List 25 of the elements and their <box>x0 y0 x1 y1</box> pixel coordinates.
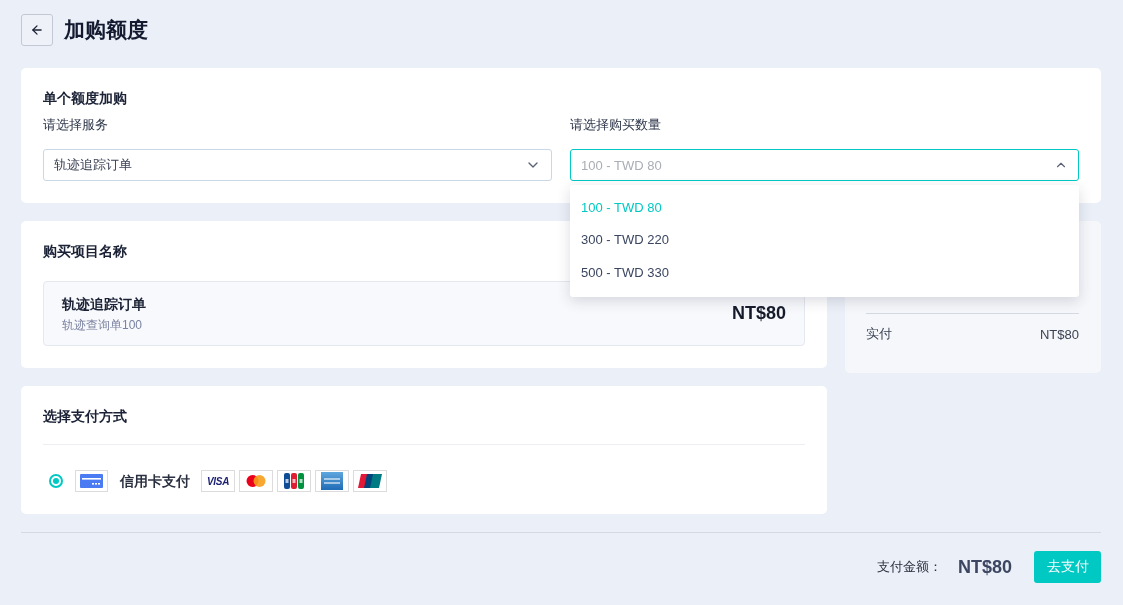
jcb-logo-icon <box>277 470 311 492</box>
summary-label: 实付 <box>866 325 892 343</box>
field-label: 请选择购买数量 <box>570 117 662 133</box>
total-amount: NT$80 <box>957 556 1012 578</box>
select-field[interactable]: 轨迹追踪订单 <box>43 149 552 181</box>
back-button[interactable] <box>21 14 53 46</box>
visa-logo: VISA <box>201 470 235 492</box>
section-title: 购买项目名称 <box>43 243 128 259</box>
dropdown-option[interactable]: 300 - TWD 220 <box>570 223 1079 256</box>
section-title: 单个额度加购 <box>43 90 128 106</box>
unionpay-logo-icon <box>353 470 387 492</box>
payment-method-label: 信用卡支付 <box>120 472 190 491</box>
field-label: 请选择服务 <box>43 117 109 133</box>
amex-logo-icon <box>315 470 349 492</box>
credit-card-icon <box>75 470 108 492</box>
page-title: 加购额度 <box>64 17 148 43</box>
summary-value: NT$80 <box>1039 326 1079 342</box>
radio-button[interactable] <box>49 474 63 488</box>
item-description: 轨迹查询单100 <box>62 317 144 333</box>
section-title: 选择支付方式 <box>43 408 128 424</box>
amount-label: 支付金额： <box>876 558 942 576</box>
item-name: 轨迹追踪订单 <box>62 295 146 314</box>
item-price: NT$80 <box>731 303 786 324</box>
dropdown-option[interactable]: 500 - TWD 330 <box>570 256 1079 289</box>
mastercard-logo-icon <box>239 470 273 492</box>
